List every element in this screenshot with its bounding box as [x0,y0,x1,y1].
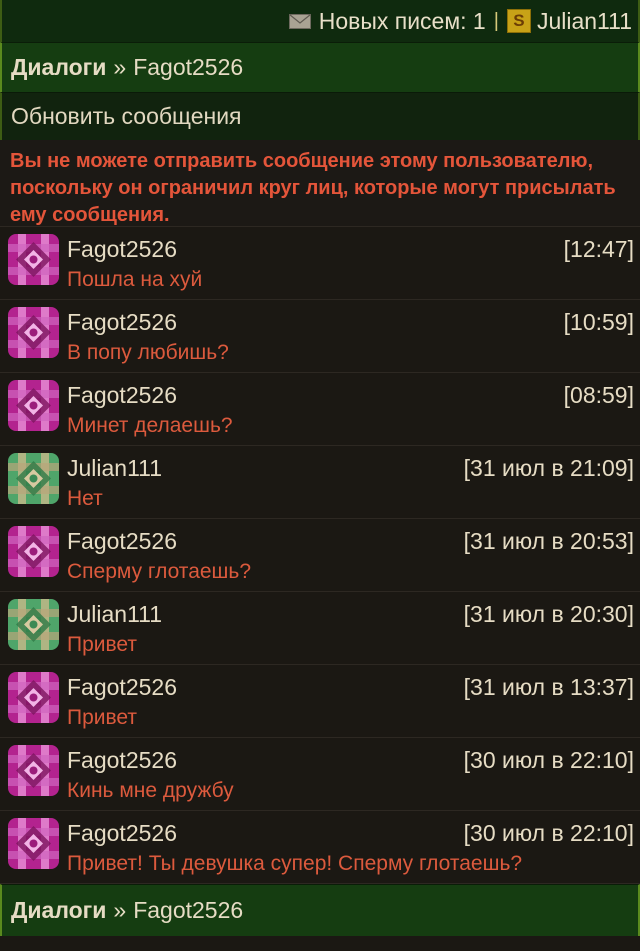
message-author[interactable]: Fagot2526 [67,382,177,409]
breadcrumb: Диалоги » Fagot2526 [0,42,640,92]
message-text: Привет [67,633,138,656]
message-time: [10:59] [563,309,634,335]
message-time: [30 июл в 22:10] [463,747,634,773]
header-separator: | [493,9,499,32]
avatar[interactable] [8,526,59,577]
refresh-messages-link[interactable]: Обновить сообщения [0,92,640,140]
message-text: Нет [67,487,103,510]
avatar[interactable] [8,234,59,285]
message-item: Fagot2526 [10:59] В попу любишь? [0,300,640,373]
message-text: Привет [67,706,138,729]
breadcrumb-partner: Fagot2526 [133,54,244,80]
message-author[interactable]: Fagot2526 [67,528,177,555]
username-link[interactable]: Julian111 [537,8,632,35]
message-item: Fagot2526 [31 июл в 13:37] Привет [0,665,640,738]
message-item: Fagot2526 [30 июл в 22:10] Кинь мне друж… [0,738,640,811]
avatar[interactable] [8,453,59,504]
message-text: Минет делаешь? [67,414,233,437]
message-item: Fagot2526 [12:47] Пошла на хуй [0,227,640,300]
message-list: Fagot2526 [12:47] Пошла на хуй Fagot2526… [0,227,640,884]
breadcrumb-partner: Fagot2526 [133,897,244,923]
message-time: [31 июл в 13:37] [463,674,634,700]
message-item: Fagot2526 [31 июл в 20:53] Сперму глотае… [0,519,640,592]
message-item: Julian111 [31 июл в 21:09] Нет [0,446,640,519]
message-time: [31 июл в 20:30] [463,601,634,627]
message-time: [31 июл в 21:09] [463,455,634,481]
message-author[interactable]: Fagot2526 [67,236,177,263]
new-mail-link[interactable]: Новых писем: 1 [319,8,486,35]
message-time: [08:59] [563,382,634,408]
message-text: Кинь мне дружбу [67,779,234,802]
message-time: [30 июл в 22:10] [463,820,634,846]
top-header: Новых писем: 1 | S Julian111 [0,0,640,42]
message-author[interactable]: Julian111 [67,455,162,482]
breadcrumb-dialogs-link[interactable]: Диалоги [11,54,106,81]
avatar[interactable] [8,672,59,723]
message-author[interactable]: Fagot2526 [67,820,177,847]
message-text: Привет! Ты девушка супер! Сперму глотаеш… [67,852,523,875]
message-author[interactable]: Fagot2526 [67,747,177,774]
message-text: В попу любишь? [67,341,229,364]
avatar[interactable] [8,307,59,358]
message-item: Fagot2526 [30 июл в 22:10] Привет! Ты де… [0,811,640,884]
message-time: [12:47] [563,236,634,262]
message-text: Пошла на хуй [67,268,203,291]
breadcrumb-dialogs-link[interactable]: Диалоги [11,897,106,924]
breadcrumb-bottom: Диалоги » Fagot2526 [0,884,640,936]
warning-message: Вы не можете отправить сообщение этому п… [0,140,640,227]
coin-s-icon[interactable]: S [506,9,531,33]
message-author[interactable]: Fagot2526 [67,674,177,701]
message-item: Fagot2526 [08:59] Минет делаешь? [0,373,640,446]
avatar[interactable] [8,599,59,650]
avatar[interactable] [8,380,59,431]
message-text: Сперму глотаешь? [67,560,252,583]
avatar[interactable] [8,818,59,869]
message-time: [31 июл в 20:53] [463,528,634,554]
message-author[interactable]: Fagot2526 [67,309,177,336]
envelope-icon[interactable] [288,13,311,29]
breadcrumb-separator: » [113,897,127,923]
message-item: Julian111 [31 июл в 20:30] Привет [0,592,640,665]
breadcrumb-separator: » [113,54,127,80]
message-author[interactable]: Julian111 [67,601,162,628]
avatar[interactable] [8,745,59,796]
